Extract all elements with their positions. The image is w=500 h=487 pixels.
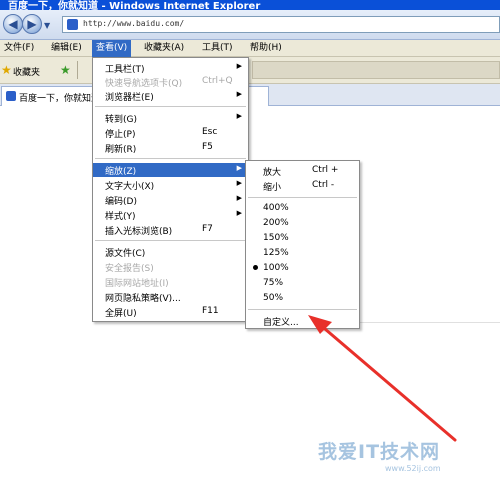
menu-separator [248,309,357,310]
submenu-arrow-icon: ▶ [236,62,242,70]
zoom-out-item[interactable]: 缩小 Ctrl - [246,179,359,193]
view-item-source[interactable]: 源文件(C) [93,245,248,259]
title-bar: 百度一下，你就知道 - Windows Internet Explorer [0,0,500,10]
tab-bar: 百度一下，你就知道 [0,84,500,106]
zoom-level-item[interactable]: 75% [246,277,359,291]
baidu-tab-icon [6,91,16,101]
view-item-security-report: 安全报告(S) [105,264,154,274]
back-button[interactable]: ◀ [3,14,23,34]
window-title: 百度一下，你就知道 - Windows Internet Explorer [8,1,261,10]
zoom-level-item-selected[interactable]: 100% [246,262,359,276]
tab-title: 百度一下，你就知道 [19,94,101,104]
menu-separator [95,158,246,159]
watermark-brand: 我爱IT技术网 [318,441,441,463]
view-item-quick-tabs: 快速导航选项卡(Q) Ctrl+Q [105,76,233,89]
view-item-toolbars[interactable]: 工具栏(T) ▶ [93,61,248,75]
navigation-bar: ◀ ▶ ▼ http://www.baidu.com/ [0,10,500,40]
view-item-encoding[interactable]: 编码(D) ▶ [93,193,248,207]
menu-edit[interactable]: 编辑(E) [47,40,86,57]
menu-separator [248,197,357,198]
menu-favorites[interactable]: 收藏夹(A) [140,40,188,57]
history-dropdown-icon[interactable]: ▼ [44,21,50,30]
zoom-level-item[interactable]: 200% [246,217,359,231]
submenu-arrow-icon: ▶ [236,164,242,172]
view-item-go-to[interactable]: 转到(G) ▶ [93,111,248,125]
zoom-level-item[interactable]: 400% [246,202,359,216]
zoom-level-item[interactable]: 150% [246,232,359,246]
view-item-intl-address: 国际网站地址(I) [105,279,169,289]
favorites-bar-slot [252,61,500,79]
address-bar[interactable]: http://www.baidu.com/ [62,16,500,33]
view-item-privacy-policy[interactable]: 网页隐私策略(V)... [93,290,248,304]
menu-separator [95,240,246,241]
forward-button[interactable]: ▶ [22,14,42,34]
favorites-bar: ★ 收藏夹 ★ [0,57,500,84]
view-item-text-size[interactable]: 文字大小(X) ▶ [93,178,248,192]
zoom-in-item[interactable]: 放大 Ctrl + [246,164,359,178]
view-item-zoom[interactable]: 缩放(Z) ▶ [93,163,248,177]
menu-file[interactable]: 文件(F) [0,40,38,57]
submenu-arrow-icon: ▶ [236,194,242,202]
menu-bar: 文件(F) 编辑(E) 查看(V) 收藏夹(A) 工具(T) 帮助(H) [0,40,500,57]
toolbar-divider [77,61,78,79]
address-url[interactable]: http://www.baidu.com/ [83,19,184,28]
favorites-star-icon: ★ [1,63,12,77]
menu-help[interactable]: 帮助(H) [246,40,286,57]
baidu-favicon-icon [67,19,78,30]
view-item-style[interactable]: 样式(Y) ▶ [93,208,248,222]
menu-separator [95,106,246,107]
zoom-level-item[interactable]: 50% [246,292,359,306]
zoom-custom-item[interactable]: 自定义... [246,314,359,328]
selected-bullet-icon [253,265,258,270]
menu-view[interactable]: 查看(V) [92,40,132,57]
favorites-button[interactable]: 收藏夹 [13,65,40,78]
submenu-arrow-icon: ▶ [236,209,242,217]
view-item-full-screen[interactable]: 全屏(U) F11 [93,305,248,319]
view-item-refresh[interactable]: 刷新(R) F5 [93,141,248,155]
zoom-level-item[interactable]: 125% [246,247,359,261]
view-item-stop[interactable]: 停止(P) Esc [93,126,248,140]
zoom-submenu: 放大 Ctrl + 缩小 Ctrl - 400% 200% 150% 125% … [245,160,360,329]
submenu-arrow-icon: ▶ [236,179,242,187]
submenu-arrow-icon: ▶ [236,112,242,120]
watermark-site: www.52ij.com [385,464,441,473]
view-item-caret-browsing[interactable]: 插入光标浏览(B) F7 [93,223,248,237]
view-item-explorer-bars[interactable]: 浏览器栏(E) ▶ [93,89,248,103]
submenu-arrow-icon: ▶ [236,90,242,98]
menu-tools[interactable]: 工具(T) [198,40,237,57]
view-menu: 工具栏(T) ▶ 快速导航选项卡(Q) Ctrl+Q 浏览器栏(E) ▶ 转到(… [92,57,249,322]
add-favorite-icon[interactable]: ★ [60,63,71,77]
